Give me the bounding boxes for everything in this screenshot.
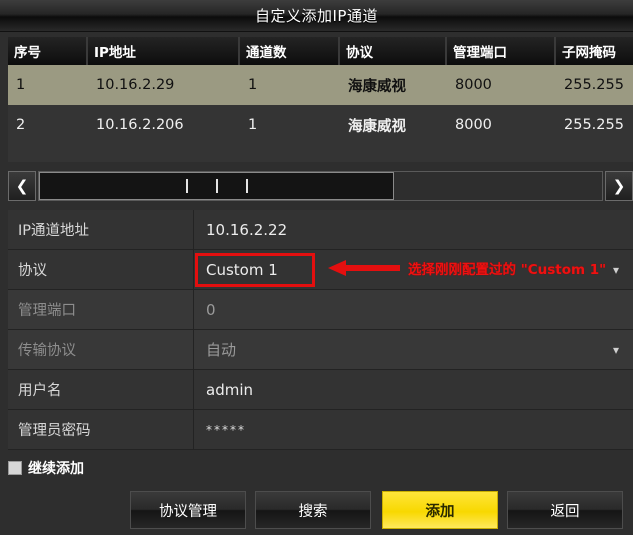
checkbox-continue-adding[interactable]: 继续添加 [8,458,84,478]
select-protocol-value: Custom 1 [206,260,278,279]
dialog-button-bar: 协议管理 搜索 添加 返回 [0,491,633,535]
chevron-left-icon[interactable]: ❮ [8,171,36,201]
add-button[interactable]: 添加 [382,491,498,529]
column-header-channels[interactable]: 通道数 [240,37,340,65]
cell-index: 2 [16,117,26,133]
cell-channels: 1 [248,77,258,93]
table-row[interactable]: 2 10.16.2.206 1 海康威视 8000 255.255 [8,105,633,145]
input-management-port[interactable]: 0 [194,290,633,329]
form-row-management-port: 管理端口 0 [8,290,633,330]
chevron-right-icon[interactable]: ❯ [605,171,633,201]
cell-index: 1 [16,77,26,93]
cell-subnet: 255.255 [564,77,624,93]
password-mask: ***** [206,422,246,437]
chevron-down-icon[interactable]: ▾ [613,264,619,276]
chevron-down-icon[interactable]: ▾ [613,344,619,356]
channel-form: IP通道地址 10.16.2.22 协议 Custom 1 ▾ 管理端口 0 传… [8,210,633,450]
annotation-text: 选择刚刚配置过的 "Custom 1" [408,262,607,278]
grip-mark [245,179,248,193]
table-row[interactable]: 1 10.16.2.29 1 海康威视 8000 255.255 [8,65,633,105]
left-arrow-icon [328,260,400,276]
cell-ip: 10.16.2.206 [96,117,184,133]
cell-ip: 10.16.2.29 [96,77,175,93]
column-header-port[interactable]: 管理端口 [447,37,556,65]
checkbox-box[interactable] [8,461,22,475]
table-empty-area [8,145,633,162]
protocol-manage-button[interactable]: 协议管理 [130,491,246,529]
search-button[interactable]: 搜索 [255,491,371,529]
form-row-admin-password: 管理员密码 ***** [8,410,633,450]
form-row-transfer-protocol: 传输协议 自动 ▾ [8,330,633,370]
select-transfer-protocol[interactable]: 自动 ▾ [194,330,633,369]
add-ip-channel-dialog: 自定义添加IP通道 序号 IP地址 通道数 协议 管理端口 子网掩码 1 10.… [0,0,633,535]
page-title: 自定义添加IP通道 [255,7,378,25]
grip-mark [215,179,218,193]
form-row-ip-channel-address: IP通道地址 10.16.2.22 [8,210,633,250]
checkbox-label: 继续添加 [28,461,84,477]
cell-port: 8000 [455,117,492,133]
select-transfer-protocol-value: 自动 [206,341,237,359]
horizontal-scrollbar[interactable]: ❮ ❯ [8,170,633,202]
column-header-ip[interactable]: IP地址 [88,37,240,65]
column-header-index[interactable]: 序号 [8,37,88,65]
scrollbar-track[interactable] [38,171,603,201]
cell-channels: 1 [248,117,258,133]
label-transfer-protocol: 传输协议 [8,330,194,369]
table-header-row: 序号 IP地址 通道数 协议 管理端口 子网掩码 [8,37,633,65]
back-button[interactable]: 返回 [507,491,623,529]
cell-protocol: 海康威视 [348,78,406,95]
cell-subnet: 255.255 [564,117,624,133]
cell-port: 8000 [455,77,492,93]
annotation-callout: 选择刚刚配置过的 "Custom 1" [328,258,606,278]
input-ip-channel-address[interactable]: 10.16.2.22 [194,210,633,249]
dialog-title-bar: 自定义添加IP通道 [0,0,633,32]
label-protocol: 协议 [8,250,194,289]
column-header-protocol[interactable]: 协议 [340,37,447,65]
grip-mark [185,179,188,193]
label-admin-password: 管理员密码 [8,410,194,449]
column-header-subnet[interactable]: 子网掩码 [556,37,633,65]
input-admin-password[interactable]: ***** [194,410,633,449]
form-row-username: 用户名 admin [8,370,633,410]
label-username: 用户名 [8,370,194,409]
label-management-port: 管理端口 [8,290,194,329]
scrollbar-thumb[interactable] [39,172,394,200]
input-username[interactable]: admin [194,370,633,409]
label-ip-channel-address: IP通道地址 [8,210,194,249]
cell-protocol: 海康威视 [348,118,406,135]
device-table: 序号 IP地址 通道数 协议 管理端口 子网掩码 1 10.16.2.29 1 … [8,37,633,162]
